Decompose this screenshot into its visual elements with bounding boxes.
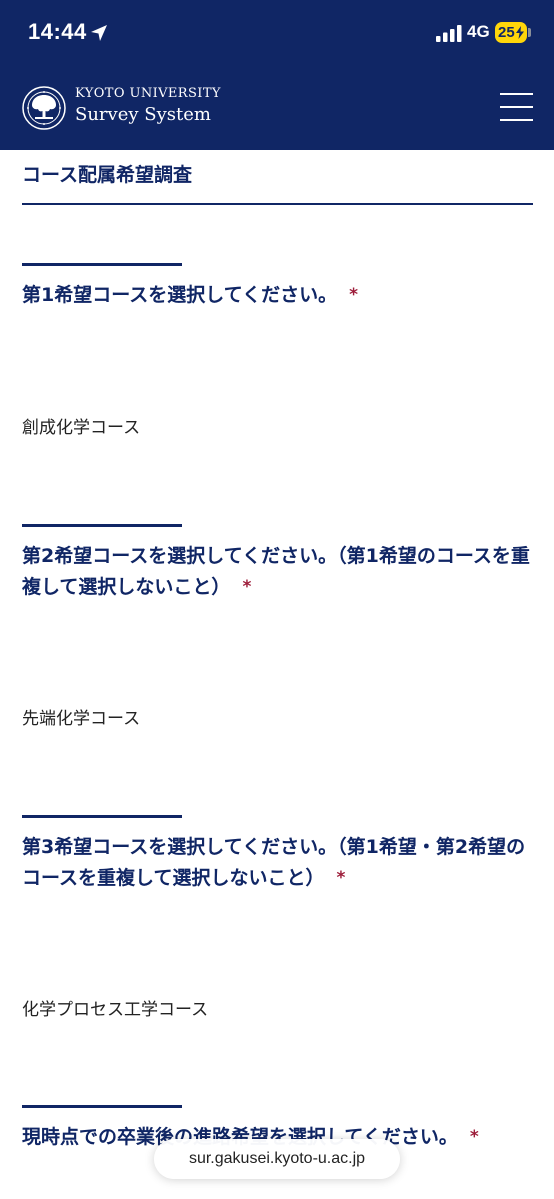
battery-level: 25 [498,24,515,41]
question-accent-bar [22,815,182,818]
status-bar: 14:44 4G 25 [0,0,554,66]
site-logo-text[interactable]: KYOTO UNIVERSITY Survey System [75,86,221,128]
app-header: 14:44 4G 25 KYOTO UNIVERSITY Survey Syst… [0,0,554,150]
battery-indicator: 25 [495,22,527,43]
hamburger-icon[interactable] [500,93,533,121]
question-accent-bar [22,263,182,266]
question-accent-bar [22,524,182,527]
signal-bars-icon [436,25,462,42]
title-divider [22,203,533,205]
question-label: 第3希望コースを選択してください。（第1希望・第2希望のコースを重複して選択しな… [22,836,526,889]
logo-system-name: Survey System [75,104,211,125]
url-bar[interactable]: sur.gakusei.kyoto-u.ac.jp [154,1139,400,1179]
question-label: 第1希望コースを選択してください。 * [22,284,359,306]
required-mark: * [469,1127,479,1147]
kyoto-university-emblem-icon[interactable] [22,86,66,130]
location-arrow-icon [91,25,107,41]
question-label: 第2希望コースを選択してください。（第1希望のコースを重複して選択しないこと） * [22,545,530,598]
status-time: 14:44 [28,19,87,44]
battery-cap [528,28,531,37]
network-type: 4G [467,22,490,41]
required-mark: * [349,285,359,305]
page-title: コース配属希望調査 [22,164,193,186]
required-mark: * [242,577,252,597]
question-accent-bar [22,1105,182,1108]
question-answer[interactable]: 創成化学コース [22,413,140,438]
question-answer[interactable]: 化学プロセス工学コース [22,995,208,1020]
required-mark: * [336,868,346,888]
logo-university-name: KYOTO UNIVERSITY [75,86,221,101]
battery-charging-icon [516,26,524,39]
question-answer[interactable]: 先端化学コース [22,704,140,729]
